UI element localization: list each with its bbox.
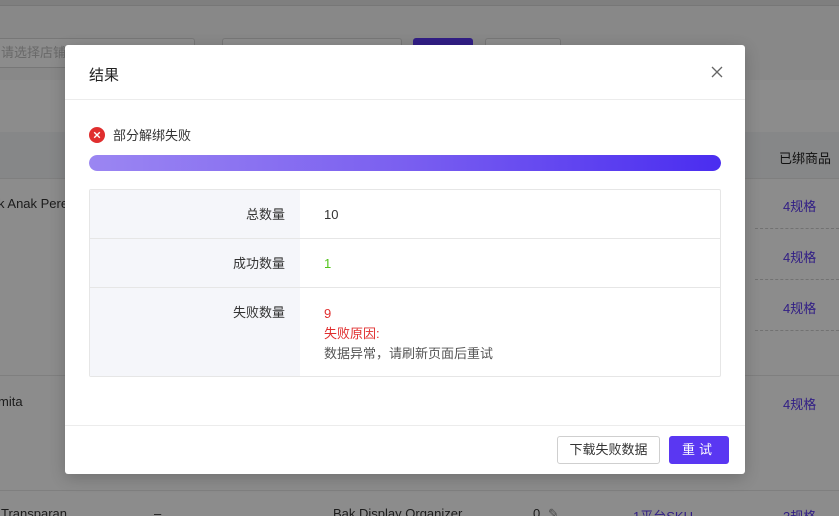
total-label: 总数量 (90, 190, 300, 238)
fail-reason-text: 数据异常，请刷新页面后重试 (324, 346, 494, 361)
table-row-success: 成功数量 1 (90, 239, 720, 288)
download-failed-data-button[interactable]: 下载失败数据 (557, 436, 660, 464)
table-row-total: 总数量 10 (90, 190, 720, 239)
result-dialog: 结果 部分解绑失败 总数量 10 成功数量 1 失败数量 9 失败原因: 数据异… (65, 45, 745, 474)
table-row-fail: 失败数量 9 失败原因: 数据异常，请刷新页面后重试 (90, 288, 720, 376)
progress-bar-fill (89, 155, 721, 171)
status-message: 部分解绑失败 (89, 125, 191, 144)
result-table: 总数量 10 成功数量 1 失败数量 9 失败原因: 数据异常，请刷新页面后重试 (89, 189, 721, 377)
dialog-header: 结果 (65, 45, 745, 100)
dialog-title: 结果 (89, 67, 120, 84)
total-value: 10 (324, 207, 339, 222)
status-text: 部分解绑失败 (113, 128, 192, 143)
close-icon[interactable] (709, 64, 725, 80)
dialog-footer: 下载失败数据 重试 (65, 425, 745, 474)
success-label: 成功数量 (90, 239, 300, 287)
fail-value: 9 (324, 306, 332, 321)
fail-label: 失败数量 (90, 288, 300, 376)
error-icon (89, 126, 105, 143)
success-value: 1 (324, 256, 332, 271)
fail-details: 9 失败原因: 数据异常，请刷新页面后重试 (300, 288, 720, 376)
progress-bar (89, 155, 721, 171)
retry-button[interactable]: 重试 (669, 436, 729, 464)
fail-reason-label: 失败原因: (324, 326, 380, 341)
